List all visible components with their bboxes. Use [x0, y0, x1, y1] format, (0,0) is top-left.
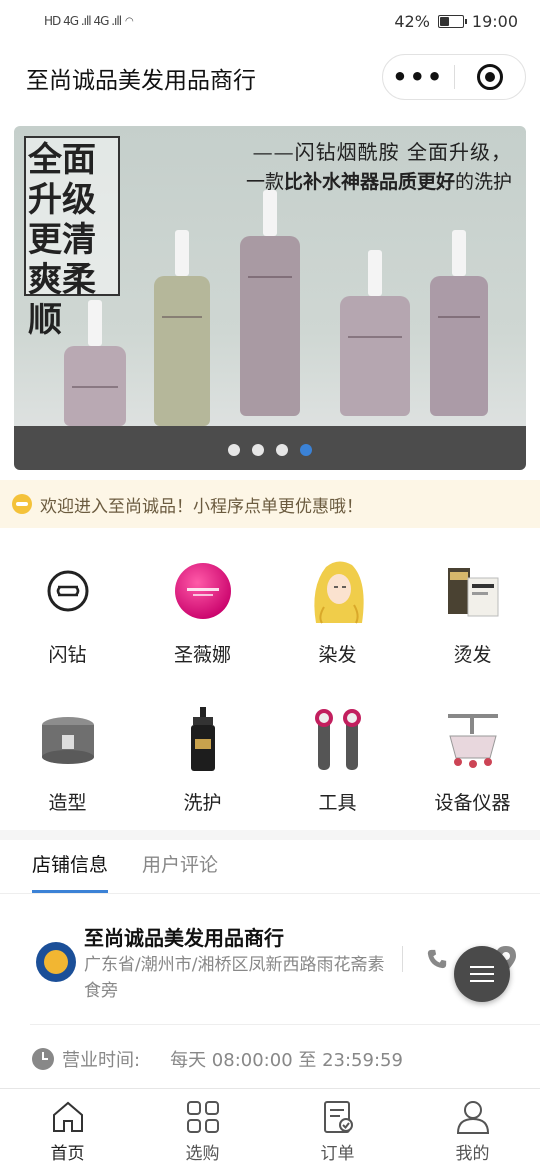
headline-line-2: 一款比补水神器品质更好的洗护 — [246, 167, 512, 194]
shanzuan-logo-icon — [33, 556, 103, 626]
category-label: 洗护 — [183, 792, 222, 814]
shengweina-logo-icon — [168, 556, 238, 626]
business-hours: 营业时间: 每天 08:00:00 至 23:59:59 — [32, 1046, 403, 1072]
hours-value: 每天 08:00:00 至 23:59:59 — [170, 1050, 403, 1071]
exit-icon — [476, 64, 503, 90]
notice-bar: 欢迎进入至尚诚品！小程序点单更优惠哦！ — [0, 480, 540, 528]
section-divider — [0, 830, 540, 840]
tabbar-home[interactable]: 首页 — [0, 1089, 135, 1170]
hours-divider — [30, 1024, 540, 1025]
user-icon — [456, 1101, 489, 1134]
shampoo-bottle-icon — [168, 704, 238, 774]
tab-user-reviews[interactable]: 用户评论 — [142, 840, 218, 893]
product-bottle — [64, 300, 126, 426]
category-item[interactable]: 烫发 — [405, 540, 540, 670]
hours-label: 营业时间: — [62, 1050, 141, 1071]
category-item[interactable]: 造型 — [0, 688, 135, 818]
category-item[interactable]: 闪钻 — [0, 540, 135, 670]
carousel-dot[interactable] — [276, 444, 288, 456]
hair-dye-icon — [303, 556, 373, 626]
category-label: 工具 — [318, 792, 357, 814]
action-divider — [402, 946, 403, 972]
floating-menu-button[interactable] — [454, 946, 510, 1002]
notice-text: 欢迎进入至尚诚品！小程序点单更优惠哦！ — [40, 496, 363, 517]
mini-program-capsule: ••• — [382, 54, 526, 100]
product-bottle — [240, 190, 300, 416]
info-tabs: 店铺信息 用户评论 — [0, 840, 540, 894]
more-button[interactable]: ••• — [383, 54, 454, 100]
order-icon — [323, 1101, 353, 1133]
battery-percent: 42% — [394, 11, 430, 31]
product-bottle — [340, 250, 410, 416]
battery-icon — [437, 14, 467, 28]
salon-equipment-icon — [438, 704, 508, 774]
headline-part-c: 的洗护 — [454, 171, 512, 193]
grid-icon — [186, 1101, 219, 1133]
banner-carousel[interactable]: 全面升级更清爽柔顺 ——闪钻烟酰胺 全面升级， 一款比补水神器品质更好的洗护 — [14, 126, 526, 470]
category-item[interactable]: 洗护 — [135, 688, 270, 818]
category-label: 造型 — [48, 792, 87, 814]
bottom-tab-bar: 首页 选购 订单 我的 — [0, 1088, 540, 1170]
banner-headline: ——闪钻烟酰胺 全面升级， 一款比补水神器品质更好的洗护 — [246, 136, 512, 194]
store-address: 广东省/潮州市/湘桥区凤新西路雨花斋素食旁 — [84, 955, 385, 1001]
carousel-dot[interactable] — [228, 444, 240, 456]
menu-line — [470, 966, 494, 968]
category-item[interactable]: 设备仪器 — [405, 688, 540, 818]
category-label: 烫发 — [453, 644, 492, 666]
phone-icon[interactable] — [426, 948, 448, 970]
nav-bar: 至尚诚品美发用品商行 ••• — [0, 42, 540, 114]
tabbar-profile[interactable]: 我的 — [405, 1089, 540, 1170]
category-grid: 闪钻 圣薇娜 染发 烫发 造型 洗护 工具 设备仪器 — [0, 540, 540, 830]
category-item[interactable]: 工具 — [270, 688, 405, 818]
clock-icon — [32, 1048, 54, 1070]
carousel-dot[interactable] — [252, 444, 264, 456]
store-name: 至尚诚品美发用品商行 — [84, 926, 284, 950]
perm-product-icon — [438, 556, 508, 626]
store-logo — [36, 942, 76, 982]
category-item[interactable]: 圣薇娜 — [135, 540, 270, 670]
tabbar-label: 我的 — [455, 1144, 490, 1164]
tabbar-label: 选购 — [185, 1144, 220, 1164]
wifi-icon: ◠ — [125, 15, 134, 27]
menu-line — [470, 973, 494, 975]
tabbar-shop[interactable]: 选购 — [135, 1089, 270, 1170]
category-label: 闪钻 — [48, 644, 87, 666]
tabbar-orders[interactable]: 订单 — [270, 1089, 405, 1170]
tabbar-label: 订单 — [320, 1144, 355, 1164]
category-label: 圣薇娜 — [173, 644, 231, 666]
category-item[interactable]: 染发 — [270, 540, 405, 670]
home-icon — [52, 1101, 83, 1132]
menu-line — [470, 980, 494, 982]
styling-wax-icon — [33, 704, 103, 774]
tab-store-info[interactable]: 店铺信息 — [32, 840, 109, 893]
carousel-dot[interactable] — [300, 444, 312, 456]
hair-dryer-icon — [303, 704, 373, 774]
product-bottle — [430, 230, 488, 416]
status-bar: HD 4G .ıll 4G .ıll ◠ 42% 19:00 — [0, 0, 540, 42]
category-label: 设备仪器 — [434, 792, 511, 814]
tabbar-label: 首页 — [50, 1144, 85, 1164]
signal-icon: HD 4G .ıll 4G .ıll — [44, 14, 122, 28]
signal-indicators: HD 4G .ıll 4G .ıll ◠ — [44, 14, 134, 28]
close-button[interactable] — [455, 64, 526, 90]
banner-slogan: 全面升级更清爽柔顺 — [28, 140, 96, 340]
notice-icon — [12, 494, 32, 514]
clock-time: 19:00 — [471, 11, 518, 31]
headline-part-b: 比补水神器品质更好 — [283, 171, 455, 193]
page-title: 至尚诚品美发用品商行 — [26, 68, 256, 94]
category-label: 染发 — [318, 644, 357, 666]
headline-line-1: ——闪钻烟酰胺 全面升级， — [252, 140, 512, 164]
carousel-indicator — [14, 444, 526, 456]
product-bottle — [154, 230, 210, 426]
